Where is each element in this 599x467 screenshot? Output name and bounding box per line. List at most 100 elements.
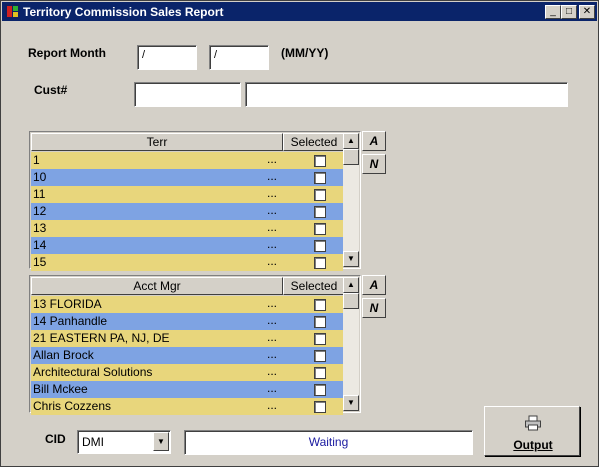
table-row[interactable]: Allan Brock... <box>31 347 343 364</box>
terr-select-none-button[interactable]: N <box>362 154 386 174</box>
row-selected-checkbox[interactable] <box>314 172 326 184</box>
row-ellipsis: ... <box>267 330 278 344</box>
chevron-down-icon[interactable]: ▼ <box>153 432 169 451</box>
cid-select[interactable]: DMI ▼ <box>77 430 171 454</box>
row-label: 11 <box>33 187 46 201</box>
status-field: Waiting <box>184 430 473 455</box>
table-row[interactable]: Architectural Solutions... <box>31 364 343 381</box>
scroll-up-button[interactable]: ▲ <box>343 277 359 293</box>
table-row[interactable]: Chris Cozzens... <box>31 398 343 415</box>
table-row[interactable]: 14 Panhandle... <box>31 313 343 330</box>
row-ellipsis: ... <box>267 398 278 412</box>
row-ellipsis: ... <box>267 313 278 327</box>
table-row[interactable]: 12... <box>31 203 343 220</box>
row-label: 13 FLORIDA <box>33 297 102 311</box>
report-month-label: Report Month <box>28 46 106 60</box>
row-selected-checkbox[interactable] <box>314 189 326 201</box>
row-ellipsis: ... <box>267 296 278 310</box>
terr-selected-column-header[interactable]: Selected <box>283 133 345 151</box>
report-window: Territory Commission Sales Report _ □ ✕ … <box>0 0 599 467</box>
acct-select-all-button[interactable]: A <box>362 275 386 295</box>
row-selected-checkbox[interactable] <box>314 384 326 396</box>
terr-select-all-button[interactable]: A <box>362 131 386 151</box>
row-selected-checkbox[interactable] <box>314 299 326 311</box>
row-ellipsis: ... <box>267 203 278 217</box>
row-selected-checkbox[interactable] <box>314 155 326 167</box>
row-selected-checkbox[interactable] <box>314 257 326 269</box>
row-label: 12 <box>33 204 47 218</box>
row-ellipsis: ... <box>267 254 278 268</box>
maximize-button[interactable]: □ <box>561 5 577 19</box>
row-label: Architectural Solutions <box>33 365 153 379</box>
row-selected-checkbox[interactable] <box>314 350 326 362</box>
scroll-thumb[interactable] <box>343 149 359 165</box>
output-button-label: Output <box>513 438 553 452</box>
row-selected-checkbox[interactable] <box>314 401 326 413</box>
cust-name-input[interactable] <box>245 82 568 107</box>
table-row[interactable]: 13 FLORIDA... <box>31 296 343 313</box>
acct-scrollbar[interactable]: ▲ ▼ <box>343 277 359 411</box>
minimize-button[interactable]: _ <box>545 5 561 19</box>
terr-column-header[interactable]: Terr <box>31 133 283 151</box>
row-ellipsis: ... <box>267 237 278 251</box>
acct-selected-column-header[interactable]: Selected <box>283 277 345 295</box>
row-label: 15 <box>33 255 47 269</box>
cid-select-value: DMI <box>82 435 104 449</box>
window-title: Territory Commission Sales Report <box>23 5 224 19</box>
row-ellipsis: ... <box>267 381 278 395</box>
table-row[interactable]: 11... <box>31 186 343 203</box>
row-label: 10 <box>33 170 47 184</box>
row-selected-checkbox[interactable] <box>314 206 326 218</box>
table-row[interactable]: 1... <box>31 152 343 169</box>
table-row[interactable]: 14... <box>31 237 343 254</box>
output-button[interactable]: Output <box>484 406 580 456</box>
terr-rows: 1... 10... 11... 12... 13... 14... 15... <box>31 152 343 271</box>
table-row[interactable]: 21 EASTERN PA, NJ, DE... <box>31 330 343 347</box>
acct-rows: 13 FLORIDA... 14 Panhandle... 21 EASTERN P… <box>31 296 343 415</box>
row-selected-checkbox[interactable] <box>314 316 326 328</box>
acct-grid-header: Acct Mgr Selected <box>31 277 345 295</box>
printer-icon <box>525 415 541 431</box>
row-selected-checkbox[interactable] <box>314 333 326 345</box>
row-ellipsis: ... <box>267 186 278 200</box>
title-bar[interactable]: Territory Commission Sales Report _ □ ✕ <box>2 2 597 21</box>
row-ellipsis: ... <box>267 169 278 183</box>
table-row[interactable]: Bill Mckee... <box>31 381 343 398</box>
row-label: Chris Cozzens <box>33 399 112 413</box>
row-label: 14 Panhandle <box>33 314 108 328</box>
scroll-down-button[interactable]: ▼ <box>343 251 359 267</box>
row-ellipsis: ... <box>267 364 278 378</box>
terr-grid: Terr Selected 1... 10... 11... 12... 13... 14… <box>29 131 361 271</box>
acct-mgr-column-header[interactable]: Acct Mgr <box>31 277 283 295</box>
table-row[interactable]: 10... <box>31 169 343 186</box>
cust-code-input[interactable] <box>134 82 241 107</box>
scroll-thumb[interactable] <box>343 293 359 309</box>
cust-label: Cust# <box>34 83 68 97</box>
terr-scrollbar[interactable]: ▲ ▼ <box>343 133 359 267</box>
table-row[interactable]: 13... <box>31 220 343 237</box>
row-label: 1 <box>33 153 40 167</box>
row-label: 21 EASTERN PA, NJ, DE <box>33 331 170 345</box>
app-icon <box>5 4 20 19</box>
terr-grid-header: Terr Selected <box>31 133 345 151</box>
scroll-up-button[interactable]: ▲ <box>343 133 359 149</box>
row-label: 13 <box>33 221 47 235</box>
year-input[interactable]: / <box>209 45 269 70</box>
row-selected-checkbox[interactable] <box>314 240 326 252</box>
row-selected-checkbox[interactable] <box>314 367 326 379</box>
format-hint: (MM/YY) <box>281 46 329 60</box>
row-label: Allan Brock <box>33 348 94 362</box>
row-label: 14 <box>33 238 47 252</box>
acct-mgr-grid: Acct Mgr Selected 13 FLORIDA... 14 Panhan… <box>29 275 361 415</box>
row-ellipsis: ... <box>267 152 278 166</box>
row-selected-checkbox[interactable] <box>314 223 326 235</box>
close-button[interactable]: ✕ <box>579 5 595 19</box>
month-input[interactable]: / <box>137 45 197 70</box>
cid-label: CID <box>45 432 66 446</box>
acct-select-none-button[interactable]: N <box>362 298 386 318</box>
table-row[interactable]: 15... <box>31 254 343 271</box>
row-ellipsis: ... <box>267 220 278 234</box>
row-label: Bill Mckee <box>33 382 88 396</box>
row-ellipsis: ... <box>267 347 278 361</box>
scroll-down-button[interactable]: ▼ <box>343 395 359 411</box>
